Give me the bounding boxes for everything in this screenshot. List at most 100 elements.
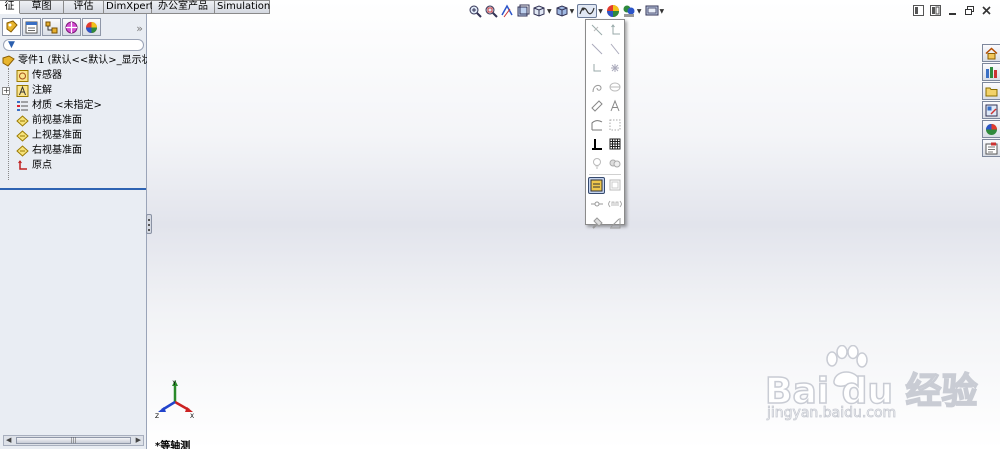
scrollbar-thumb[interactable]: |||	[16, 437, 131, 444]
scroll-right-arrow-icon[interactable]: ▶	[136, 436, 141, 445]
tree-item-right-plane[interactable]: 右视基准面	[0, 143, 147, 158]
view-sketches-icon	[592, 84, 602, 93]
expand-toggle[interactable]: +	[2, 87, 10, 95]
watermark-url: jingyan.baidu.com	[767, 405, 897, 422]
view-orientation-button[interactable]	[532, 4, 546, 18]
view-dimension-names-icon	[608, 200, 622, 208]
appearances-icon	[986, 123, 997, 135]
display-style-button[interactable]	[555, 4, 569, 18]
zoom-to-area-button[interactable]	[484, 4, 498, 18]
property-manager-tab[interactable]	[22, 18, 41, 36]
material-icon	[16, 100, 29, 112]
display-style-caret-icon[interactable]: ▼	[570, 8, 575, 15]
part-icon	[2, 54, 15, 67]
folder-icon	[985, 87, 998, 96]
design-library-tab[interactable]	[982, 63, 1000, 81]
view-sketch-grid-item[interactable]	[607, 136, 623, 152]
tree-item-origin[interactable]: 原点	[0, 158, 147, 173]
tree-item-material[interactable]: 材质 <未指定>	[0, 98, 147, 113]
view-settings-button[interactable]	[645, 4, 659, 18]
previous-view-button[interactable]	[500, 4, 514, 18]
plane-icon	[16, 144, 29, 157]
panel-expand-arrow-icon[interactable]: »	[136, 22, 143, 35]
tab-features[interactable]: 征	[0, 0, 20, 14]
view-dimensions-item[interactable]	[589, 98, 605, 114]
zoom-to-fit-button[interactable]	[468, 4, 482, 18]
view-orientation-caret-icon[interactable]: ▼	[547, 8, 552, 15]
display-style-icon	[556, 5, 568, 17]
file-explorer-tab[interactable]	[982, 82, 1000, 100]
view-parts-item[interactable]	[607, 177, 623, 193]
apply-scene-caret-icon[interactable]: ▼	[637, 8, 642, 15]
close-icon[interactable]	[980, 5, 992, 17]
view-points-item[interactable]	[607, 60, 623, 76]
custom-properties-tab[interactable]	[982, 139, 1000, 157]
view-grid-item[interactable]	[607, 117, 623, 133]
tree-item-annotations[interactable]: + 注解	[0, 83, 147, 98]
view-weld-beads-item[interactable]	[589, 215, 605, 231]
view-dotted-grid-icon	[609, 119, 621, 131]
view-routing-points-item[interactable]	[589, 196, 605, 212]
minimize-icon[interactable]	[946, 5, 958, 17]
configuration-manager-tab[interactable]	[42, 18, 61, 36]
view-palette-icon	[985, 104, 998, 116]
apply-scene-icon	[623, 5, 635, 17]
tree-item-front-plane[interactable]: 前视基准面	[0, 113, 147, 128]
task-pane-tabs	[982, 44, 1000, 158]
view-cameras-item[interactable]	[607, 155, 623, 171]
tile-vertical-icon[interactable]	[929, 5, 941, 17]
view-palette-tab[interactable]	[982, 101, 1000, 119]
view-dimension-names-item[interactable]	[607, 196, 623, 212]
restore-icon[interactable]	[963, 5, 975, 17]
feature-manager-panel: » ▼ 零件1 (默认<<默认>_显示状态 1>) 传感器 + 注解	[0, 14, 147, 449]
hide-show-items-button[interactable]	[577, 4, 598, 18]
tab-office-products[interactable]: 办公室产品	[152, 0, 215, 14]
feature-manager-icon	[6, 20, 18, 33]
panel-splitter-handle[interactable]	[146, 214, 152, 234]
view-axes-item[interactable]	[589, 22, 605, 38]
tile-horizontal-icon[interactable]	[912, 5, 924, 17]
view-settings-caret-icon[interactable]: ▼	[660, 8, 665, 15]
view-annotations-item[interactable]	[607, 98, 623, 114]
tree-item-top-plane[interactable]: 上视基准面	[0, 128, 147, 143]
tab-sketch[interactable]: 草图	[20, 0, 64, 14]
tab-evaluate[interactable]: 评估	[64, 0, 104, 14]
hide-show-items-icon	[579, 7, 595, 15]
edit-appearance-icon	[606, 5, 619, 17]
tree-root-part[interactable]: 零件1 (默认<<默认>_显示状态 1>)	[0, 53, 147, 68]
view-temporary-axes-item[interactable]	[607, 22, 623, 38]
scroll-left-arrow-icon[interactable]: ◀	[6, 436, 11, 445]
view-lights-item[interactable]	[589, 155, 605, 171]
view-all-types-item[interactable]	[588, 177, 605, 194]
command-manager-tabs: 征 草图 评估 DimXpert 办公室产品 Simulation	[0, 0, 270, 14]
edit-appearance-button[interactable]	[606, 4, 620, 18]
view-grid-icon	[609, 138, 621, 150]
view-points-icon	[611, 64, 619, 72]
view-sketches-item[interactable]	[589, 79, 605, 95]
panel-horizontal-scrollbar[interactable]: ◀ ||| ▶	[3, 435, 144, 446]
property-manager-icon	[25, 21, 38, 33]
tree-item-sensors[interactable]: 传感器	[0, 68, 147, 83]
view-origins-item[interactable]	[589, 60, 605, 76]
feature-manager-tab[interactable]	[2, 18, 21, 36]
plane-icon	[16, 129, 29, 142]
view-surfaces-item[interactable]	[589, 117, 605, 133]
sensor-icon	[16, 69, 29, 82]
view-3d-sketch-planes-item[interactable]	[607, 79, 623, 95]
view-decals-item[interactable]	[607, 215, 623, 231]
tab-dimxpert[interactable]: DimXpert	[104, 0, 154, 14]
view-curves-icon	[610, 43, 620, 55]
dimxpert-manager-tab[interactable]	[62, 18, 81, 36]
solidworks-resources-tab[interactable]	[982, 44, 1000, 62]
hide-show-items-caret-icon[interactable]: ▼	[598, 8, 603, 15]
section-view-button[interactable]	[516, 4, 530, 18]
view-sketch-lines-item[interactable]	[589, 41, 605, 57]
tree-filter-input[interactable]: ▼	[3, 39, 144, 51]
view-planes-item[interactable]	[589, 136, 605, 152]
tab-simulation[interactable]: Simulation	[215, 0, 270, 14]
view-curves-item[interactable]	[607, 41, 623, 57]
previous-view-icon	[501, 4, 513, 18]
display-manager-tab[interactable]	[82, 18, 101, 36]
apply-scene-button[interactable]	[622, 4, 636, 18]
appearances-scenes-tab[interactable]	[982, 120, 1000, 138]
